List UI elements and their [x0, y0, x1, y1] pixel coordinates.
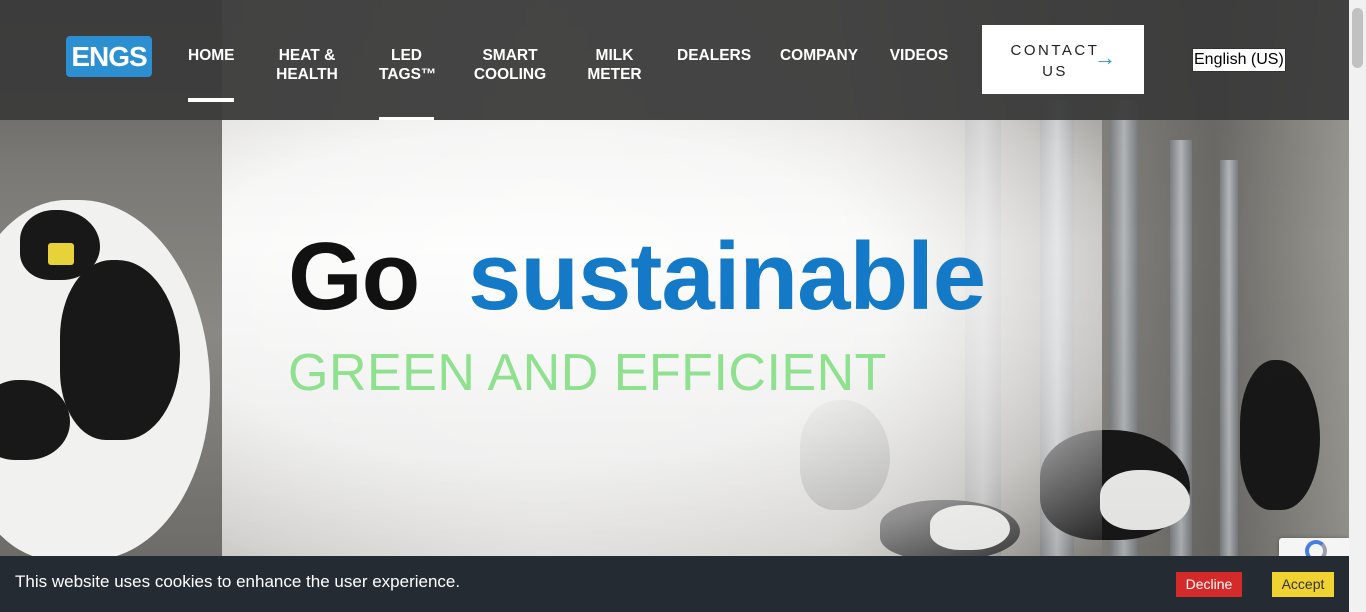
engs-logo[interactable]: ENGS [66, 36, 152, 77]
hero-subheadline: GREEN AND EFFICIENT [288, 344, 887, 402]
language-selector[interactable]: English (US) [1192, 48, 1286, 72]
nav-smart-cooling[interactable]: SMART COOLING [473, 46, 547, 84]
accept-button[interactable]: Accept [1272, 572, 1334, 597]
hero-headline-go: Go [288, 223, 420, 330]
recaptcha-badge[interactable] [1279, 538, 1349, 556]
nav-home[interactable]: HOME [188, 46, 235, 102]
nav-company[interactable]: COMPANY [779, 46, 859, 65]
recaptcha-icon [1305, 540, 1327, 556]
hover-underline [379, 117, 434, 120]
scrollbar-thumb[interactable] [1352, 8, 1363, 68]
cookie-banner: This website uses cookies to enhance the… [0, 556, 1349, 612]
cookie-message: This website uses cookies to enhance the… [15, 572, 461, 591]
ear-tag [48, 243, 74, 265]
active-underline [188, 98, 234, 102]
nav-led-tags[interactable]: LED TAGS™ [379, 46, 436, 120]
contact-us-button[interactable]: CONTACT US → [982, 25, 1144, 94]
nav-dealers[interactable]: DEALERS [677, 46, 751, 65]
nav-milk-meter[interactable]: MILK METER [587, 46, 642, 84]
page-scrollbar[interactable] [1349, 0, 1366, 612]
arrow-right-icon: → [1094, 45, 1116, 70]
decline-button[interactable]: Decline [1176, 572, 1242, 597]
hero-headline-sustainable: sustainable [468, 223, 986, 330]
nav-heat-health[interactable]: HEAT & HEALTH [276, 46, 338, 84]
nav-videos[interactable]: VIDEOS [889, 46, 949, 65]
site-header: ENGS HOME HEAT & HEALTH LED TAGS™ SMART … [0, 0, 1349, 120]
